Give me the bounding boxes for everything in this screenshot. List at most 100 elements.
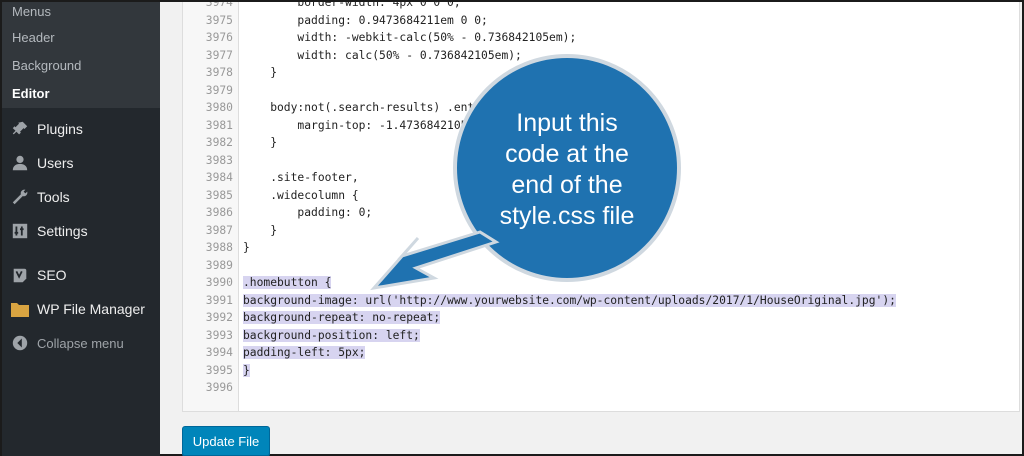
submenu-item-header[interactable]: Header (2, 24, 160, 52)
line-number: 3981 (205, 118, 233, 132)
code-line: 3976 width: -webkit-calc(50% - 0.7368421… (183, 29, 1019, 47)
line-number: 3978 (205, 66, 233, 79)
code-content: } (243, 241, 250, 254)
sidebar-item-plugins[interactable]: Plugins (2, 112, 160, 146)
line-number: 3989 (205, 258, 233, 272)
line-number: 3975 (205, 13, 233, 27)
code-content: .widecolumn { (243, 188, 359, 202)
code-content: margin-top: -1.4736842105em; (243, 118, 488, 132)
code-line: 3974 border-width: 4px 0 0 0; (183, 2, 1019, 12)
code-text: margin-top: -1.4736842105em; (243, 117, 488, 135)
submenu-item-menus[interactable]: Menus (2, 2, 160, 24)
code-content: } (243, 223, 278, 237)
line-number: 3990 (205, 276, 233, 289)
code-text: } (243, 134, 277, 152)
wrench-icon (10, 187, 30, 207)
callout-line: style.css file (499, 202, 635, 230)
code-line: 3977 width: calc(50% - 0.736842105em); (183, 47, 1019, 65)
sidebar-item-label: Users (37, 155, 74, 171)
line-number: 3983 (205, 153, 233, 167)
code-content: .homebutton { (243, 276, 332, 289)
sidebar-item-label: Tools (37, 189, 70, 205)
sidebar-item-seo[interactable]: SEO (2, 258, 160, 292)
folder-icon (10, 299, 30, 319)
code-text: width: -webkit-calc(50% - 0.736842105em)… (243, 29, 576, 47)
sidebar-item-label: Plugins (37, 121, 83, 137)
line-number: 3974 (205, 2, 233, 9)
code-content: } (243, 363, 250, 377)
code-content: border-width: 4px 0 0 0; (243, 2, 461, 9)
sidebar-item-tools[interactable]: Tools (2, 180, 160, 214)
line-number: 3994 (205, 346, 233, 359)
sidebar-item-label: Settings (37, 223, 88, 239)
code-line: 3994 padding-left: 5px; (183, 344, 1019, 362)
collapse-menu-button[interactable]: Collapse menu (2, 326, 160, 360)
code-text: } (243, 239, 250, 257)
code-content: } (243, 136, 278, 149)
settings-icon (10, 221, 30, 241)
code-text: } (243, 362, 250, 380)
callout-line: code at the (505, 140, 629, 168)
code-line: 3975 padding: 0.9473684211em 0 0; (183, 12, 1019, 30)
code-line: 3991 background-image: url('http://www.yo… (183, 292, 1019, 310)
code-text: background-image: url('http://www.yourwe… (243, 292, 896, 310)
code-text: background-repeat: no-repeat; (243, 309, 441, 327)
code-content: background-repeat: no-repeat; (243, 311, 441, 324)
code-line: 3993 background-position: left; (183, 327, 1019, 345)
code-content: width: calc(50% - 0.736842105em); (243, 48, 522, 62)
appearance-submenu: Menus Header Background Editor (2, 2, 160, 108)
code-text: .widecolumn { (243, 187, 359, 205)
line-number: 3982 (205, 136, 233, 149)
user-icon (10, 153, 30, 173)
callout-line: Input this (516, 109, 618, 137)
plugin-icon (10, 119, 30, 139)
callout-text: Input this code at the end of the style.… (472, 108, 662, 232)
seo-icon (10, 265, 30, 285)
code-text: } (243, 64, 277, 82)
code-content: } (243, 66, 278, 79)
code-text: } (243, 222, 277, 240)
line-number: 3985 (205, 188, 233, 202)
update-file-button[interactable]: Update File (182, 426, 270, 456)
code-content: .site-footer, (243, 171, 359, 184)
code-line: 3979 (183, 82, 1019, 100)
code-line: 3978 } (183, 64, 1019, 82)
code-text: .site-footer, (243, 169, 359, 187)
code-text: border-width: 4px 0 0 0; (243, 2, 461, 12)
sidebar-item-label: WP File Manager (37, 301, 145, 317)
code-line: 3995} (183, 362, 1019, 380)
line-number: 3980 (205, 101, 233, 114)
submenu-item-editor[interactable]: Editor (2, 80, 160, 108)
line-number: 3995 (205, 363, 233, 377)
admin-sidebar: Menus Header Background Editor Plugins U… (2, 2, 160, 456)
sidebar-item-wp-file-manager[interactable]: WP File Manager (2, 292, 160, 326)
code-content: background-image: url('http://www.yourwe… (243, 293, 896, 307)
code-text: padding-left: 5px; (243, 344, 366, 362)
code-content: padding: 0; (243, 206, 373, 219)
sidebar-item-settings[interactable]: Settings (2, 214, 160, 248)
code-text: .homebutton { (243, 274, 332, 292)
code-content: padding-left: 5px; (243, 346, 366, 359)
code-content: background-position: left; (243, 328, 420, 342)
sidebar-item-label: SEO (37, 267, 67, 283)
line-number: 3986 (205, 206, 233, 219)
line-number: 3979 (205, 83, 233, 97)
line-number: 3977 (205, 48, 233, 62)
code-line: 3989 (183, 257, 1019, 275)
sidebar-item-users[interactable]: Users (2, 146, 160, 180)
code-text: padding: 0; (243, 204, 372, 222)
line-number: 3984 (205, 171, 233, 184)
line-number: 3991 (205, 293, 233, 307)
line-number: 3996 (205, 381, 233, 394)
submenu-item-background[interactable]: Background (2, 52, 160, 80)
code-text: padding: 0.9473684211em 0 0; (243, 12, 488, 30)
line-number: 3987 (205, 223, 233, 237)
code-text: width: calc(50% - 0.736842105em); (243, 47, 522, 65)
line-number: 3988 (205, 241, 233, 254)
code-text: background-position: left; (243, 327, 420, 345)
code-content: padding: 0.9473684211em 0 0; (243, 13, 488, 27)
sidebar-item-label: Collapse menu (37, 335, 124, 351)
code-line: 3990 .homebutton { (183, 274, 1019, 292)
collapse-icon (10, 333, 30, 353)
code-line: 3988} (183, 239, 1019, 257)
